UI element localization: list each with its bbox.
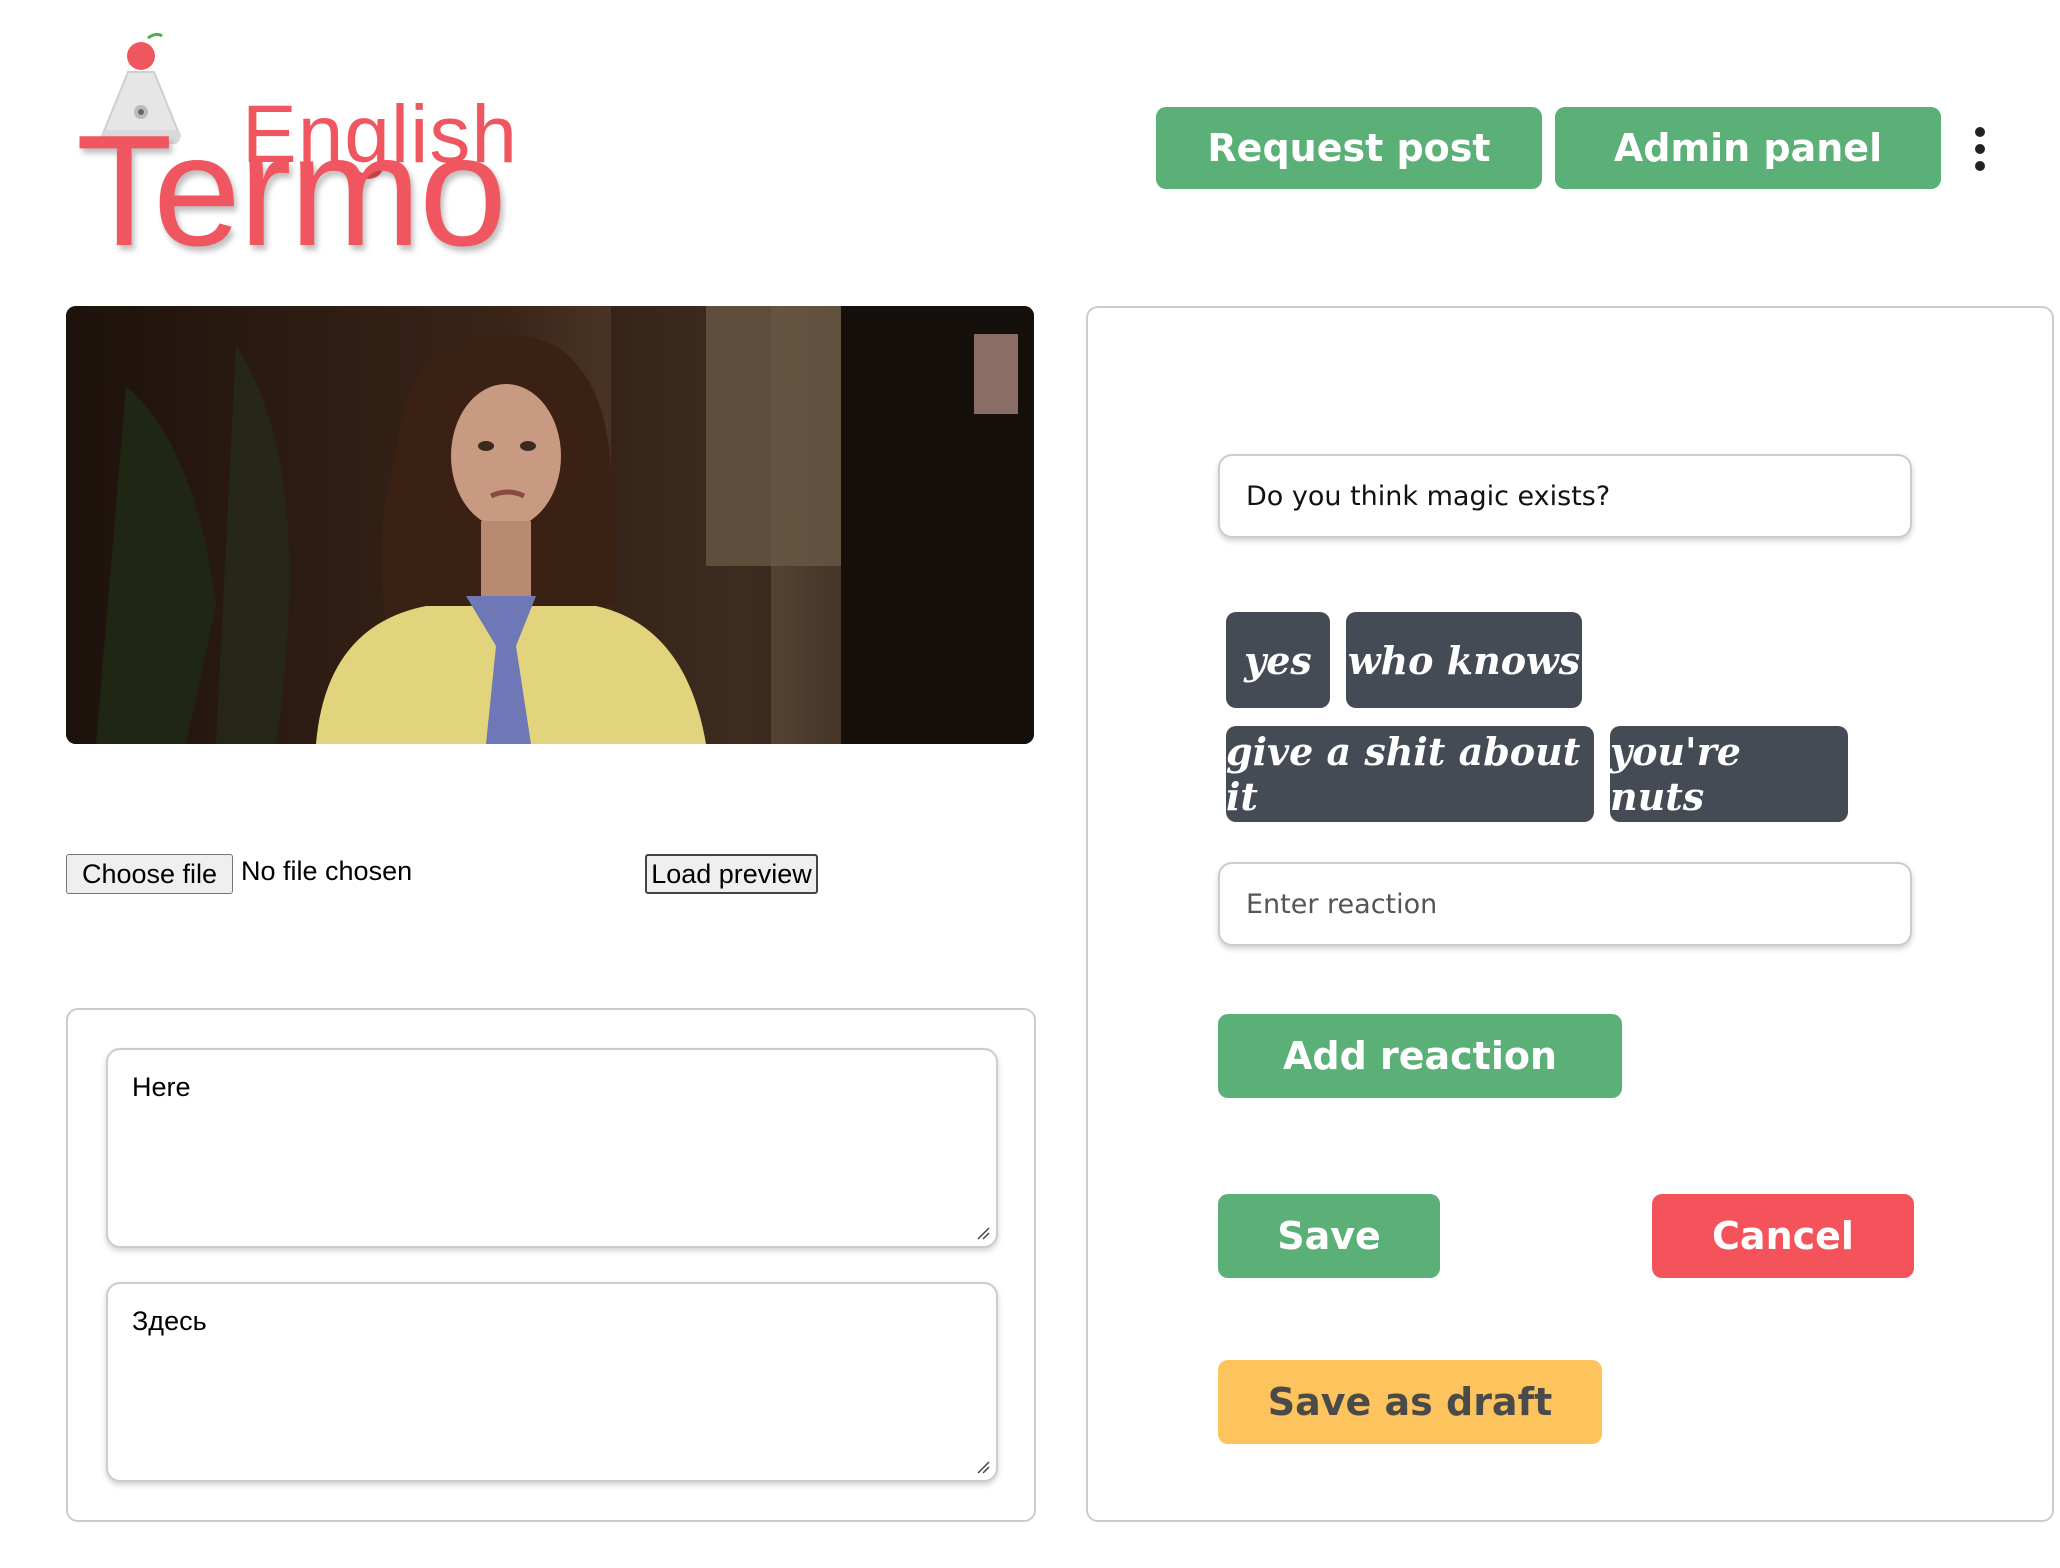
choose-file-button[interactable]: Choose file	[66, 854, 233, 894]
post-editor-page: English Termo Request post Admin panel C…	[0, 0, 2060, 1568]
request-post-button[interactable]: Request post	[1156, 107, 1542, 189]
resize-grip-icon[interactable]	[976, 1460, 990, 1474]
file-status-text: No file chosen	[241, 856, 413, 886]
reaction-chip[interactable]: who knows	[1346, 612, 1582, 708]
resize-grip-icon[interactable]	[976, 1226, 990, 1240]
kebab-menu-icon[interactable]	[1968, 127, 1992, 171]
question-input[interactable]: Do you think magic exists?	[1218, 454, 1912, 538]
post-settings-panel: Do you think magic exists? yes who knows…	[1086, 306, 2054, 1522]
load-preview-button[interactable]: Load preview	[645, 854, 818, 894]
cancel-button[interactable]: Cancel	[1652, 1194, 1914, 1278]
add-reaction-button[interactable]: Add reaction	[1218, 1014, 1622, 1098]
text-panel: Here Здесь	[66, 1008, 1036, 1522]
reaction-chip[interactable]: yes	[1226, 612, 1330, 708]
reaction-chip[interactable]: you're nuts	[1610, 726, 1848, 822]
logo-termo-text: Termo	[76, 103, 507, 279]
preview-scene	[66, 306, 1034, 744]
save-draft-button[interactable]: Save as draft	[1218, 1360, 1602, 1444]
russian-text-value: Здесь	[132, 1306, 207, 1336]
save-button[interactable]: Save	[1218, 1194, 1440, 1278]
russian-text-field[interactable]: Здесь	[106, 1282, 998, 1482]
post-preview-image	[66, 306, 1034, 744]
english-text-field[interactable]: Here	[106, 1048, 998, 1248]
admin-panel-button[interactable]: Admin panel	[1555, 107, 1941, 189]
reaction-chip[interactable]: give a shit about it	[1226, 726, 1594, 822]
english-text-value: Here	[132, 1072, 191, 1102]
logo[interactable]: English Termo	[60, 20, 517, 270]
reaction-input[interactable]: Enter reaction	[1218, 862, 1912, 946]
